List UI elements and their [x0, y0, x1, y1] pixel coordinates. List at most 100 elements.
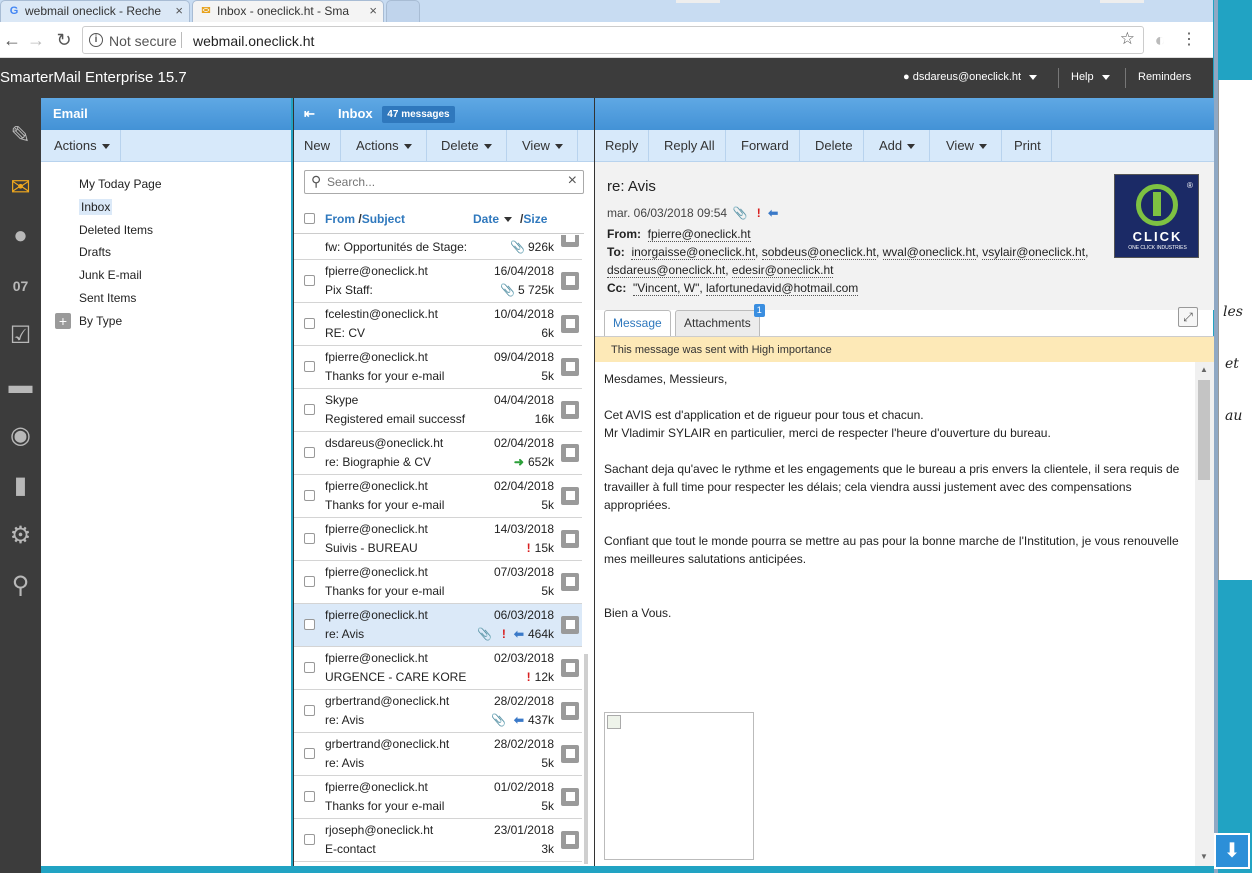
browser-tab-inbox[interactable]: ✉ Inbox - oneclick.ht - Sma ×: [192, 0, 384, 22]
body-scrollbar[interactable]: ▲ ▼: [1195, 362, 1214, 866]
row-checkbox[interactable]: [304, 662, 315, 673]
add-button[interactable]: Add: [869, 130, 931, 161]
menu-dots-icon[interactable]: ⋮: [1177, 28, 1201, 52]
to-address[interactable]: sobdeus@oneclick.ht: [761, 245, 876, 260]
folder-by-type[interactable]: By Type: [79, 313, 122, 329]
reminders-link[interactable]: Reminders: [1138, 71, 1191, 83]
list-scrollbar[interactable]: [584, 654, 588, 864]
flag-icon[interactable]: [561, 831, 579, 849]
flag-icon[interactable]: [561, 530, 579, 548]
view-button[interactable]: View: [936, 130, 1002, 161]
message-row[interactable]: fpierre@oneclick.ht 07/03/2018 Thanks fo…: [294, 561, 582, 604]
flag-icon[interactable]: [561, 788, 579, 806]
flag-icon[interactable]: [561, 358, 579, 376]
row-checkbox[interactable]: [304, 576, 315, 587]
scroll-thumb[interactable]: [1198, 380, 1210, 480]
row-checkbox[interactable]: [304, 275, 315, 286]
date-size-sort[interactable]: Date/Size: [473, 212, 547, 226]
delete-button[interactable]: Delete: [805, 130, 864, 161]
row-checkbox[interactable]: [304, 834, 315, 845]
actions-button[interactable]: Actions: [44, 130, 121, 161]
reports-icon[interactable]: ▮: [0, 466, 41, 506]
select-all-checkbox[interactable]: [304, 213, 315, 224]
cc-address[interactable]: lafortunedavid@hotmail.com: [706, 281, 859, 296]
flag-icon[interactable]: [561, 573, 579, 591]
row-checkbox[interactable]: [304, 490, 315, 501]
message-row[interactable]: Skype 04/04/2018 Registered email succes…: [294, 389, 582, 432]
rss-icon[interactable]: ◉: [0, 416, 41, 456]
minimize-button[interactable]: [676, 0, 720, 3]
folder-deleted-items[interactable]: Deleted Items: [79, 222, 153, 238]
to-address[interactable]: edesir@oneclick.ht: [731, 263, 834, 278]
tab-message[interactable]: Message: [604, 310, 671, 337]
clear-search-icon[interactable]: ×: [568, 172, 577, 190]
close-tab-icon[interactable]: ×: [369, 1, 377, 21]
message-row[interactable]: fpierre@oneclick.ht 09/04/2018 Thanks fo…: [294, 346, 582, 389]
message-row[interactable]: rjoseph@oneclick.ht 23/01/2018 E-contact…: [294, 819, 582, 862]
collapse-panel-icon[interactable]: ⇤: [304, 106, 320, 122]
message-row-selected[interactable]: fpierre@oneclick.ht 06/03/2018 re: Avis …: [294, 604, 582, 647]
flag-icon[interactable]: [561, 616, 579, 634]
from-address[interactable]: fpierre@oneclick.ht: [647, 227, 751, 242]
calendar-icon[interactable]: 07: [0, 266, 41, 306]
user-menu[interactable]: ● dsdareus@oneclick.ht: [903, 71, 1038, 83]
forward-button[interactable]: Forward: [731, 130, 800, 161]
folder-junk[interactable]: Junk E-mail: [79, 267, 142, 283]
size-column[interactable]: Size: [523, 212, 547, 226]
row-checkbox[interactable]: [304, 361, 315, 372]
flag-icon[interactable]: [561, 444, 579, 462]
row-checkbox[interactable]: [304, 533, 315, 544]
reply-all-button[interactable]: Reply All: [654, 130, 726, 161]
info-icon[interactable]: i: [89, 33, 103, 47]
search-icon[interactable]: ⚲: [0, 566, 41, 606]
flag-icon[interactable]: [561, 745, 579, 763]
help-menu[interactable]: Help: [1071, 71, 1110, 83]
back-arrow-icon[interactable]: ←: [0, 28, 24, 52]
message-row[interactable]: fpierre@oneclick.ht 01/02/2018 Thanks fo…: [294, 776, 582, 819]
extension-icon[interactable]: ◐: [1148, 28, 1172, 52]
close-tab-icon[interactable]: ×: [175, 1, 183, 21]
message-row[interactable]: fpierre@oneclick.ht 16/04/2018 Pix Staff…: [294, 260, 582, 303]
email-icon[interactable]: ✉: [0, 168, 41, 208]
scroll-down-icon[interactable]: ▼: [1200, 852, 1208, 861]
expand-icon[interactable]: ⤢: [1178, 307, 1198, 327]
tasks-icon[interactable]: ☑: [0, 316, 41, 356]
flag-icon[interactable]: [561, 401, 579, 419]
new-button[interactable]: New: [294, 130, 342, 161]
message-row[interactable]: grbertrand@oneclick.ht 28/02/2018 re: Av…: [294, 690, 582, 733]
folder-my-today-page[interactable]: My Today Page: [79, 176, 162, 192]
message-row[interactable]: fcelestin@oneclick.ht 10/04/2018 RE: CV …: [294, 303, 582, 346]
reload-icon[interactable]: ↻: [52, 28, 76, 52]
from-column[interactable]: From: [325, 212, 355, 226]
expand-plus-icon[interactable]: +: [55, 313, 71, 329]
folder-inbox[interactable]: Inbox: [79, 199, 113, 215]
maximize-button[interactable]: [1100, 0, 1144, 3]
compose-icon[interactable]: ✎: [0, 116, 41, 156]
from-subject-sort[interactable]: From /Subject: [325, 212, 405, 226]
folder-drafts[interactable]: Drafts: [79, 244, 111, 260]
list-actions-button[interactable]: Actions: [346, 130, 427, 161]
browser-tab-search[interactable]: G webmail oneclick - Reche ×: [0, 0, 190, 22]
message-row[interactable]: fpierre@oneclick.ht 02/04/2018 Thanks fo…: [294, 475, 582, 518]
list-view-button[interactable]: View: [512, 130, 578, 161]
flag-icon[interactable]: [561, 659, 579, 677]
scroll-down-arrow-icon[interactable]: ⬇: [1214, 833, 1250, 869]
message-row[interactable]: fpierre@oneclick.ht 14/03/2018 Suivis - …: [294, 518, 582, 561]
flag-icon[interactable]: [561, 235, 579, 247]
row-checkbox[interactable]: [304, 619, 315, 630]
to-address[interactable]: inorgaisse@oneclick.ht: [631, 245, 756, 260]
to-address[interactable]: vsylair@oneclick.ht: [982, 245, 1086, 260]
message-row[interactable]: fpierre@oneclick.ht 02/03/2018 URGENCE -…: [294, 647, 582, 690]
forward-arrow-icon[interactable]: →: [24, 28, 48, 52]
row-checkbox[interactable]: [304, 404, 315, 415]
date-column[interactable]: Date: [473, 212, 499, 226]
flag-icon[interactable]: [561, 702, 579, 720]
new-tab-button[interactable]: [386, 0, 420, 22]
bookmark-star-icon[interactable]: ☆: [1120, 29, 1135, 49]
address-bar[interactable]: i Not secure webmail.oneclick.ht ☆: [82, 26, 1144, 54]
flag-icon[interactable]: [561, 315, 579, 333]
cc-address[interactable]: "Vincent, W": [633, 281, 700, 296]
row-checkbox[interactable]: [304, 748, 315, 759]
to-address[interactable]: dsdareus@oneclick.ht: [607, 263, 726, 278]
search-input[interactable]: [327, 173, 557, 191]
